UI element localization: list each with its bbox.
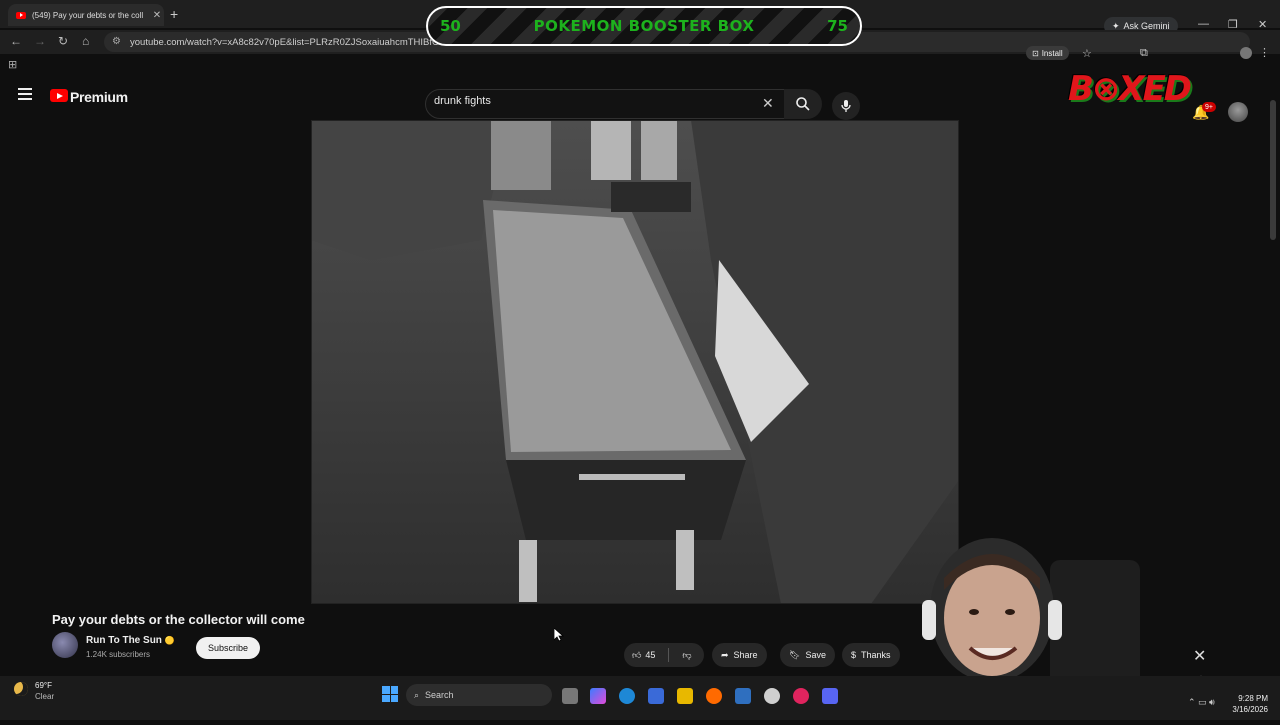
thanks-icon: $ bbox=[851, 650, 857, 660]
banner-left-number: 50 bbox=[440, 17, 461, 35]
mouse-cursor-icon bbox=[553, 627, 565, 647]
weather-temperature: 69°F bbox=[35, 681, 52, 690]
share-icon: ➦ bbox=[721, 649, 729, 660]
home-icon[interactable]: ⌂ bbox=[82, 34, 89, 48]
notification-badge: 9+ bbox=[1202, 102, 1216, 112]
back-icon[interactable]: ← bbox=[10, 34, 22, 48]
search-button[interactable] bbox=[784, 89, 822, 119]
voice-search-button[interactable] bbox=[832, 92, 860, 120]
channel-name-text: Run To The Sun bbox=[86, 635, 162, 646]
discord-icon[interactable] bbox=[822, 688, 838, 704]
channel-avatar[interactable] bbox=[52, 632, 78, 658]
save-button[interactable]: 🔖︎ Save bbox=[780, 643, 835, 667]
bookmark-icon: 🔖︎ bbox=[789, 649, 801, 660]
stream-overlay-banner: 50 POKEMON BOOSTER BOX 75 bbox=[426, 6, 862, 46]
youtube-logo-icon[interactable] bbox=[50, 89, 68, 102]
system-tray-icons[interactable]: ⌃ ▭ 🔊︎ bbox=[1188, 697, 1215, 708]
video-player[interactable] bbox=[311, 120, 959, 604]
reload-icon[interactable]: ↻ bbox=[58, 34, 68, 48]
microphone-icon bbox=[841, 100, 851, 112]
apps-grid-icon[interactable]: ⊞ bbox=[8, 58, 17, 71]
thanks-button[interactable]: $ Thanks bbox=[842, 643, 900, 667]
weather-condition: Clear bbox=[35, 692, 55, 701]
install-button[interactable]: ⊡ Install bbox=[1026, 46, 1069, 60]
clock-time: 9:28 PM bbox=[1238, 694, 1268, 703]
tab-title: (549) Pay your debts or the coll bbox=[32, 10, 144, 20]
banner-right-number: 75 bbox=[827, 17, 848, 35]
install-icon: ⊡ bbox=[1032, 48, 1039, 58]
bookmark-star-icon[interactable]: ☆ bbox=[1082, 47, 1092, 60]
video-title: Pay your debts or the collector will com… bbox=[52, 612, 305, 627]
search-icon bbox=[796, 97, 810, 111]
browser-menu-icon[interactable]: ⋮ bbox=[1259, 46, 1270, 59]
hamburger-menu-icon[interactable] bbox=[18, 88, 32, 100]
thumbs-down-icon: 👎︎ bbox=[682, 649, 692, 660]
video-frame-pool-hall bbox=[311, 120, 959, 604]
photos-icon[interactable] bbox=[735, 688, 751, 704]
minimize-button[interactable]: — bbox=[1198, 18, 1209, 30]
search-query-text[interactable]: drunk fights bbox=[434, 95, 491, 107]
dislike-button[interactable]: 👎︎ bbox=[674, 643, 699, 667]
chrome-icon[interactable] bbox=[764, 688, 780, 704]
copilot-icon[interactable] bbox=[590, 688, 606, 704]
profile-icon[interactable] bbox=[1240, 47, 1252, 59]
subscriber-count: 1.24K subscribers bbox=[86, 650, 151, 659]
like-dislike-group: 👍︎ 45 👎︎ bbox=[624, 643, 704, 667]
clock-date: 3/16/2026 bbox=[1232, 705, 1268, 714]
install-label: Install bbox=[1041, 48, 1063, 58]
file-explorer-icon[interactable] bbox=[677, 688, 693, 704]
moon-weather-icon[interactable] bbox=[14, 682, 28, 696]
subscribe-button[interactable]: Subscribe bbox=[196, 637, 260, 659]
taskbar-search-label: Search bbox=[425, 690, 454, 700]
extensions-icon[interactable]: ⧉ bbox=[1140, 47, 1148, 60]
channel-name[interactable]: Run To The Sun 🟡 bbox=[86, 635, 175, 646]
firefox-icon[interactable] bbox=[706, 688, 722, 704]
taskbar-search-icon: ⌕ bbox=[414, 689, 420, 700]
boxed-stream-logo: B⊗XED bbox=[1064, 64, 1194, 114]
site-info-icon[interactable]: ⚙ bbox=[112, 36, 121, 47]
thanks-label: Thanks bbox=[861, 650, 891, 660]
clear-search-icon[interactable]: ✕ bbox=[762, 95, 774, 112]
boxed-logo-text: B⊗XED bbox=[1067, 69, 1192, 109]
share-label: Share bbox=[733, 650, 758, 660]
browser-tab[interactable]: (549) Pay your debts or the coll ✕ bbox=[8, 4, 164, 26]
share-button[interactable]: ➦ Share bbox=[712, 643, 767, 667]
tab-close-button[interactable]: ✕ bbox=[150, 10, 164, 21]
like-divider bbox=[668, 648, 670, 662]
store-icon[interactable] bbox=[648, 688, 664, 704]
close-panel-icon[interactable]: ✕ bbox=[1193, 646, 1206, 666]
like-count: 45 bbox=[645, 650, 656, 660]
new-tab-button[interactable]: + bbox=[170, 6, 178, 22]
channel-badge-icon: 🟡 bbox=[164, 636, 175, 645]
windows-taskbar bbox=[0, 676, 1280, 720]
edge-icon[interactable] bbox=[619, 688, 635, 704]
save-label: Save bbox=[805, 650, 826, 660]
task-view-icon[interactable] bbox=[562, 688, 578, 704]
account-avatar[interactable] bbox=[1228, 102, 1248, 122]
banner-title: POKEMON BOOSTER BOX bbox=[533, 17, 755, 35]
forward-icon[interactable]: → bbox=[34, 34, 46, 48]
windows-start-icon[interactable] bbox=[382, 686, 398, 702]
media-player-icon[interactable] bbox=[793, 688, 809, 704]
like-button[interactable]: 👍︎ 45 bbox=[624, 643, 663, 667]
page-scrollbar[interactable] bbox=[1270, 100, 1276, 240]
youtube-premium-logo-text[interactable]: Premium bbox=[70, 89, 128, 105]
thumbs-up-icon: 👍︎ bbox=[632, 649, 642, 660]
youtube-favicon-icon bbox=[16, 11, 26, 19]
taskbar-search-box[interactable]: ⌕ Search bbox=[406, 684, 552, 706]
